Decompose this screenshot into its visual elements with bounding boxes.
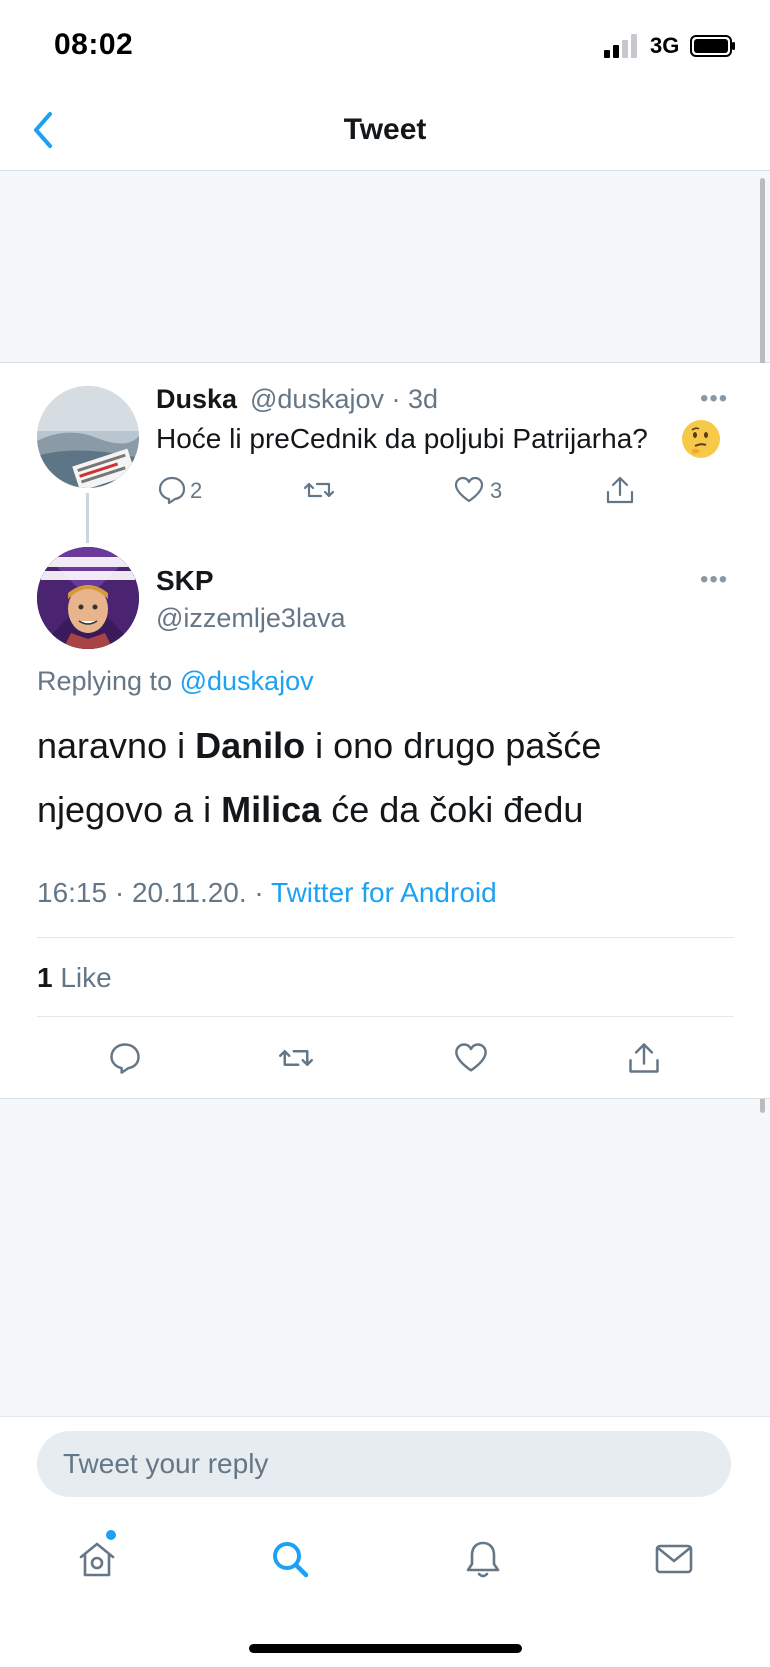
tweet-text-bold: Milica bbox=[221, 789, 322, 830]
like-count: 1 bbox=[37, 962, 53, 993]
thread-line bbox=[86, 493, 89, 543]
like-icon[interactable] bbox=[453, 474, 485, 506]
author-handle: @izzemlje3lava bbox=[156, 603, 346, 633]
tweet-text-part: će da čoki đedu bbox=[321, 789, 584, 830]
network-type: 3G bbox=[650, 33, 680, 58]
reply-icon[interactable] bbox=[156, 474, 188, 506]
more-options-icon[interactable]: ••• bbox=[700, 566, 728, 594]
divider bbox=[37, 1016, 734, 1017]
thinking-face-icon bbox=[682, 420, 720, 458]
battery-icon bbox=[690, 35, 735, 57]
author-name[interactable]: SKP bbox=[156, 565, 214, 597]
more-options-icon[interactable]: ••• bbox=[700, 385, 728, 413]
home-icon[interactable] bbox=[75, 1537, 119, 1581]
tweet-timestamp: 16:15 · 20.11.20. · bbox=[37, 877, 272, 908]
like-count: 3 bbox=[490, 478, 503, 503]
new-content-dot bbox=[106, 1530, 116, 1540]
tweet-text: Hoće li preCednik da poljubi Patrijarha? bbox=[156, 423, 648, 454]
replying-label: Replying to bbox=[37, 666, 173, 696]
like-label: Like bbox=[52, 962, 112, 993]
avatar-skp[interactable] bbox=[37, 547, 139, 649]
tweet-text-bold: Danilo bbox=[195, 725, 306, 766]
tweet-text-part: njegovo a i bbox=[37, 789, 222, 830]
tweet-source-link[interactable]: Twitter for Android bbox=[271, 877, 497, 908]
share-icon[interactable] bbox=[626, 1040, 662, 1076]
tweet-text-part: i ono drugo pašće bbox=[305, 725, 602, 766]
author-name[interactable]: Duska bbox=[156, 384, 237, 415]
tweet-body: naravno i Danilo i ono drugo pašće njegov… bbox=[37, 714, 737, 842]
divider bbox=[37, 937, 734, 938]
avatar-duska[interactable] bbox=[37, 386, 139, 488]
home-indicator[interactable] bbox=[249, 1644, 522, 1653]
header-area bbox=[0, 171, 770, 363]
messages-icon[interactable] bbox=[652, 1537, 696, 1581]
like-icon[interactable] bbox=[453, 1040, 489, 1076]
reply-count: 2 bbox=[190, 478, 203, 503]
reply-icon[interactable] bbox=[107, 1040, 143, 1076]
retweet-icon[interactable] bbox=[303, 474, 335, 506]
page-title: Tweet bbox=[343, 113, 427, 146]
notifications-icon[interactable] bbox=[461, 1537, 505, 1581]
share-icon[interactable] bbox=[604, 474, 636, 506]
tweet-text-part: naravno i bbox=[37, 725, 196, 766]
retweet-icon[interactable] bbox=[278, 1040, 314, 1076]
author-handle-time: @duskajov · 3d bbox=[250, 384, 438, 414]
status-time: 08:02 bbox=[54, 28, 134, 61]
replying-mention-link[interactable]: @duskajov bbox=[180, 666, 314, 696]
replying-to: Replying to @duskajov bbox=[37, 666, 314, 697]
tweet-metadata: 16:15 · 20.11.20. · Twitter for Android bbox=[37, 877, 497, 909]
search-icon[interactable] bbox=[268, 1537, 312, 1581]
likes-summary[interactable]: 1 Like bbox=[37, 962, 112, 994]
cellular-signal-icon bbox=[604, 34, 637, 58]
reply-input[interactable] bbox=[37, 1431, 731, 1497]
